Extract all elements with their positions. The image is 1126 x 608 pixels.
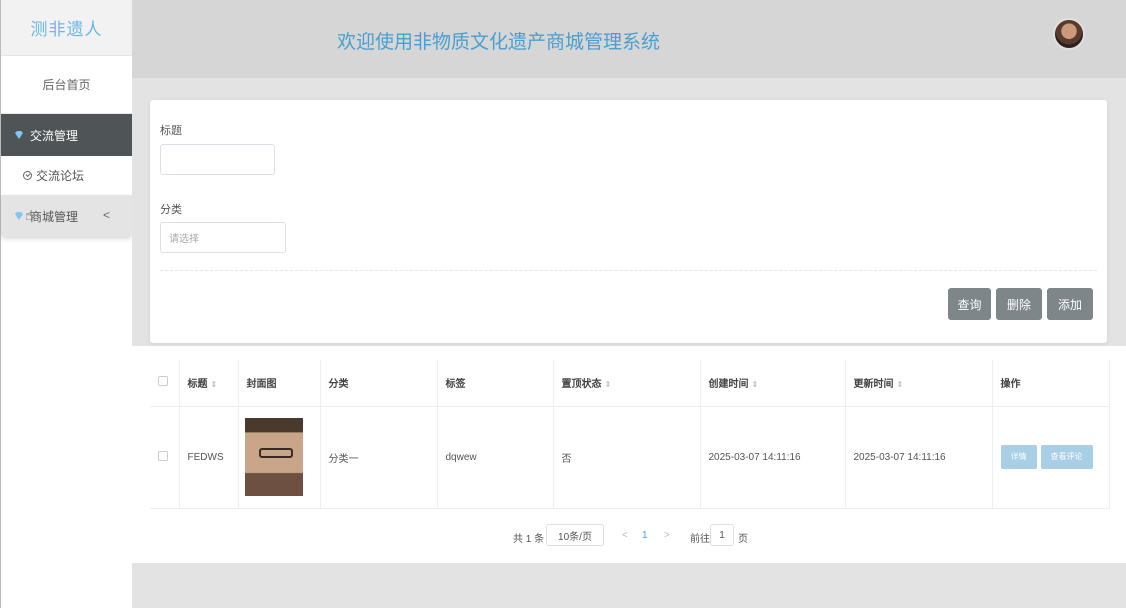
table-header-row: 标题 ⇕ 封面图 分类 标签 置顶状态 ⇕ 创建时间 ⇕ 更新时间 ⇕ 操作 bbox=[150, 360, 1110, 407]
query-button[interactable]: 查询 bbox=[948, 288, 991, 320]
select-all-checkbox[interactable] bbox=[158, 376, 168, 387]
row-checkbox[interactable] bbox=[158, 450, 168, 461]
chevron-left-icon: < bbox=[102, 208, 110, 222]
column-header-created[interactable]: 创建时间 ⇕ bbox=[700, 360, 846, 407]
column-header-top-status[interactable]: 置顶状态 ⇕ bbox=[553, 360, 701, 407]
column-header-tag: 标签 bbox=[437, 360, 554, 407]
pagination-total: 共 1 条 bbox=[513, 534, 545, 545]
sort-icon[interactable]: ⇕ bbox=[897, 380, 904, 389]
prev-page-button[interactable]: < bbox=[622, 530, 628, 541]
check-circle-icon bbox=[23, 171, 32, 180]
add-button[interactable]: 添加 bbox=[1047, 288, 1093, 320]
page-number-current[interactable]: 1 bbox=[642, 530, 648, 541]
delete-button[interactable]: 删除 bbox=[996, 288, 1042, 320]
divider bbox=[160, 270, 1097, 271]
top-header: 欢迎使用非物质文化遗产商城管理系统 bbox=[132, 0, 1126, 78]
diamond-icon bbox=[15, 131, 23, 139]
select-all-cell bbox=[150, 360, 180, 407]
page-suffix-label: 页 bbox=[738, 534, 748, 545]
cell-cover bbox=[238, 406, 321, 509]
sidebar-item-label: 交流管理 bbox=[30, 128, 79, 143]
cover-image bbox=[244, 418, 303, 496]
pagination: 共 1 条 10条/页 < 1 > 前往 1 页 bbox=[132, 524, 1126, 548]
category-label: 分类 bbox=[160, 204, 182, 216]
table-row: FEDWS 分类一 dqwew 否 2025-03-07 14:11:16 20… bbox=[150, 406, 1110, 509]
column-header-actions: 操作 bbox=[992, 360, 1110, 407]
row-select-cell bbox=[150, 406, 180, 509]
sidebar-item-label: 商城管理 bbox=[30, 209, 79, 224]
column-header-category: 分类 bbox=[320, 360, 438, 407]
diamond-icon bbox=[15, 212, 23, 220]
column-header-updated[interactable]: 更新时间 ⇕ bbox=[845, 360, 993, 407]
cell-created: 2025-03-07 14:11:16 bbox=[700, 406, 846, 509]
sidebar: 测非遗人 后台首页 交流管理 交流论坛 商城管理 < ☝ bbox=[0, 0, 132, 608]
sidebar-item-exchange-management[interactable]: 交流管理 bbox=[1, 114, 132, 156]
main-content: 标题 分类 请选择 查询 删除 添加 标题 ⇕ 封面图 分类 标签 置顶状态 ⇕ 创… bbox=[132, 78, 1126, 608]
search-panel: 标题 分类 请选择 查询 删除 添加 bbox=[150, 100, 1107, 343]
category-select[interactable]: 请选择 bbox=[160, 222, 286, 253]
cell-tag: dqwew bbox=[437, 406, 554, 509]
goto-page-input[interactable]: 1 bbox=[710, 524, 734, 546]
sidebar-item-label: 交流论坛 bbox=[36, 169, 85, 183]
sidebar-item-mall-management[interactable]: 商城管理 < bbox=[1, 195, 132, 237]
sort-icon[interactable]: ⇕ bbox=[211, 380, 218, 389]
cell-updated: 2025-03-07 14:11:16 bbox=[845, 406, 993, 509]
column-header-title[interactable]: 标题 ⇕ bbox=[179, 360, 239, 407]
cell-category: 分类一 bbox=[320, 406, 438, 509]
page-title: 欢迎使用非物质文化遗产商城管理系统 bbox=[337, 32, 661, 53]
column-header-cover: 封面图 bbox=[238, 360, 321, 407]
cell-actions: 详情 查看评论 bbox=[992, 406, 1110, 509]
detail-button[interactable]: 详情 bbox=[1000, 445, 1037, 469]
page-size-select[interactable]: 10条/页 bbox=[546, 524, 604, 546]
title-input[interactable] bbox=[160, 144, 275, 175]
goto-label: 前往 bbox=[690, 534, 710, 545]
cell-title: FEDWS bbox=[179, 406, 239, 509]
data-table: 标题 ⇕ 封面图 分类 标签 置顶状态 ⇕ 创建时间 ⇕ 更新时间 ⇕ 操作 FEDWS… bbox=[150, 360, 1110, 509]
sort-icon[interactable]: ⇕ bbox=[605, 380, 612, 389]
next-page-button[interactable]: > bbox=[664, 530, 670, 541]
sort-icon[interactable]: ⇕ bbox=[752, 380, 759, 389]
sidebar-item-forum[interactable]: 交流论坛 bbox=[1, 156, 132, 195]
avatar[interactable] bbox=[1053, 18, 1085, 50]
view-comments-button[interactable]: 查看评论 bbox=[1040, 445, 1093, 469]
title-label: 标题 bbox=[160, 125, 182, 137]
cell-top-status: 否 bbox=[553, 406, 701, 509]
hand-cursor-icon: ☝ bbox=[25, 207, 34, 223]
sidebar-item-home[interactable]: 后台首页 bbox=[1, 56, 132, 114]
app-logo: 测非遗人 bbox=[1, 0, 132, 56]
